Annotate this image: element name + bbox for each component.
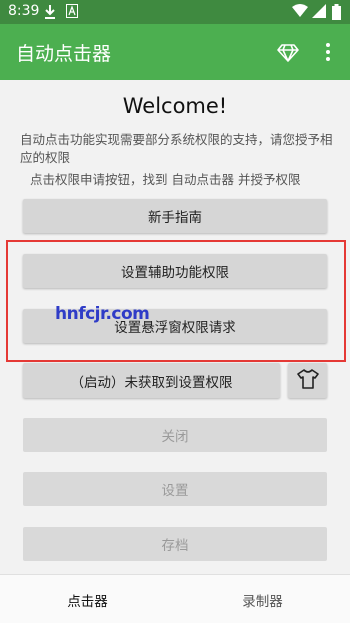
bottom-navigation: 点击器 录制器 [0,574,350,623]
app-title: 自动点击器 [16,43,112,65]
diamond-icon[interactable] [276,40,300,64]
welcome-heading: Welcome! [122,94,228,118]
permission-description: 自动点击功能实现需要部分系统权限的支持，请您授予相应的权限 [20,132,333,165]
signal-icon [312,4,326,20]
status-bar: 8:39 [0,0,350,24]
a-icon [66,4,78,20]
battery-icon [332,4,341,20]
shirt-icon [296,368,319,393]
permission-instruction: 点击权限申请按钮，找到 自动点击器 并授予权限 [30,172,301,187]
main-content: Welcome! 自动点击功能实现需要部分系统权限的支持，请您授予相应的权限 点… [0,80,350,574]
accessibility-permission-button[interactable]: 设置辅助功能权限 [23,254,327,288]
guide-button[interactable]: 新手指南 [23,199,327,233]
theme-button[interactable] [288,363,327,398]
download-icon [44,4,56,20]
tab-recorder[interactable]: 录制器 [175,575,350,623]
wifi-icon [292,4,308,20]
app-bar: 自动点击器 [0,24,350,80]
close-button[interactable]: 关闭 [23,418,327,452]
settings-button[interactable]: 设置 [23,472,327,506]
archive-button[interactable]: 存档 [23,527,327,561]
tab-clicker[interactable]: 点击器 [0,575,175,623]
watermark-text: hnfcjr.com [55,304,150,324]
more-vert-icon[interactable] [318,40,338,64]
status-time: 8:39 [8,3,40,19]
start-button[interactable]: （启动）未获取到设置权限 [23,363,280,398]
